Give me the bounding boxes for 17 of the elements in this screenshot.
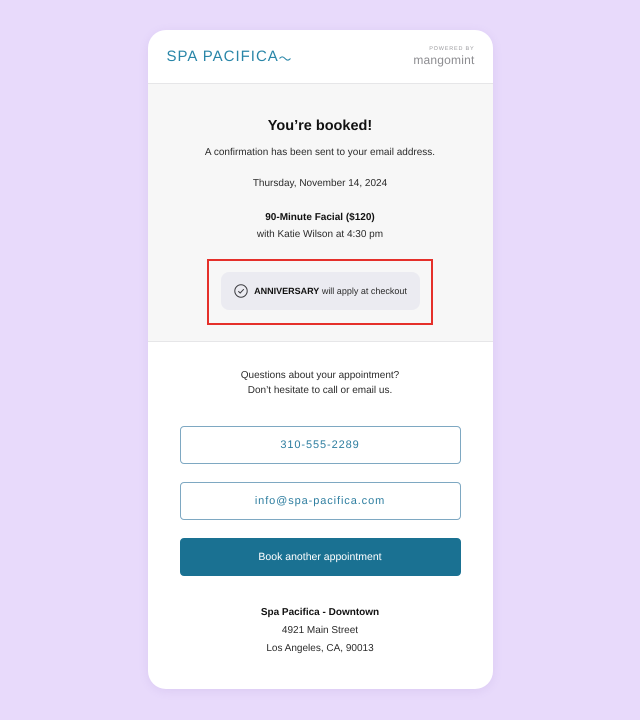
service-name: 90-Minute Facial ($120): [265, 211, 375, 225]
contact-button[interactable]: 310-555-2289: [180, 426, 460, 464]
city-address: Los Angeles, CA, 90013: [266, 642, 374, 656]
book-button[interactable]: Book another appointment: [180, 538, 460, 576]
logo-text: SPA PACIFICA: [166, 48, 279, 65]
contact-button[interactable]: info@spa-pacifica.com: [180, 482, 460, 520]
confirmation-title: You’re booked!: [268, 117, 372, 136]
promo-text: ANNIVERSARY will apply at checkout: [254, 286, 407, 296]
contact-prompt: Questions about your appointment?: [240, 369, 400, 383]
wave-icon: [278, 56, 291, 60]
street-address: 4921 Main Street: [282, 624, 358, 638]
contact-prompt: Don’t hesitate to call or email us.: [248, 384, 392, 398]
brand-name: mangomint: [413, 53, 474, 67]
confirmation-message: A confirmation has been sent to your email address.: [204, 146, 436, 160]
location-name: Spa Pacifica - Downtown: [260, 606, 380, 620]
appointment-details: with Katie Wilson at 4:30 pm: [256, 228, 384, 242]
appointment-date: Thursday, November 14, 2024: [252, 177, 388, 191]
